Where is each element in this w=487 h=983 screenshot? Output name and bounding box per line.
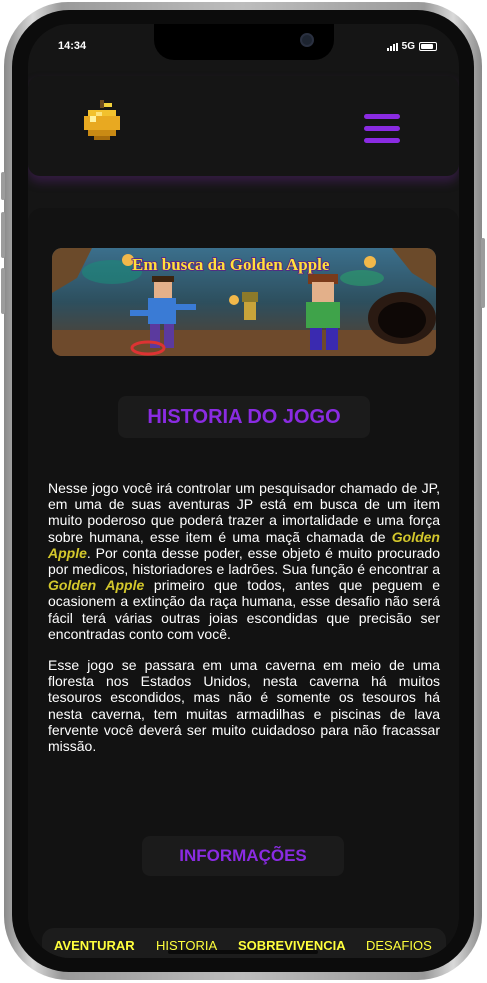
volume-down-button <box>1 268 5 314</box>
signal-icon <box>386 42 398 51</box>
volume-up-button <box>1 212 5 258</box>
notch <box>154 24 334 60</box>
story-text: Nesse jogo você irá controlar um pesquis… <box>48 480 440 769</box>
banner-image: Em busca da Golden Apple <box>52 248 436 356</box>
nav-desafios[interactable]: DESAFIOS <box>366 938 432 953</box>
status-bar: 14:34 5G <box>28 24 459 70</box>
info-title: INFORMAÇÕES <box>142 836 344 876</box>
game-banner: Em busca da Golden Apple <box>52 248 436 356</box>
power-button <box>481 238 485 308</box>
historia-title: HISTORIA DO JOGO <box>118 396 370 438</box>
story-p1-part-2: . Por conta desse poder, esse objeto é m… <box>48 544 440 578</box>
battery-icon <box>419 42 437 51</box>
status-icons: 5G <box>386 41 437 52</box>
status-time: 14:34 <box>58 40 87 52</box>
side-button <box>1 172 5 200</box>
phone-screen: 14:34 5G Em busca da Golden Apple HISTOR… <box>28 24 459 958</box>
hamburger-menu-icon[interactable] <box>364 114 400 144</box>
site-header <box>28 76 459 176</box>
nav-aventurar[interactable]: AVENTURAR <box>54 938 135 953</box>
golden-apple-icon[interactable] <box>82 100 122 144</box>
story-p1-part-1: Nesse jogo você irá controlar um pesquis… <box>48 480 440 545</box>
story-paragraph-2: Esse jogo se passara em uma caverna em m… <box>48 657 440 755</box>
story-paragraph-1: Nesse jogo você irá controlar um pesquis… <box>48 480 440 642</box>
front-camera-icon <box>300 33 314 47</box>
banner-title: Em busca da Golden Apple <box>132 255 330 274</box>
golden-apple-highlight: Golden Apple <box>48 577 145 594</box>
network-label: 5G <box>401 41 415 52</box>
home-indicator <box>168 950 318 954</box>
main-content: Em busca da Golden Apple HISTORIA DO JOG… <box>28 208 459 958</box>
